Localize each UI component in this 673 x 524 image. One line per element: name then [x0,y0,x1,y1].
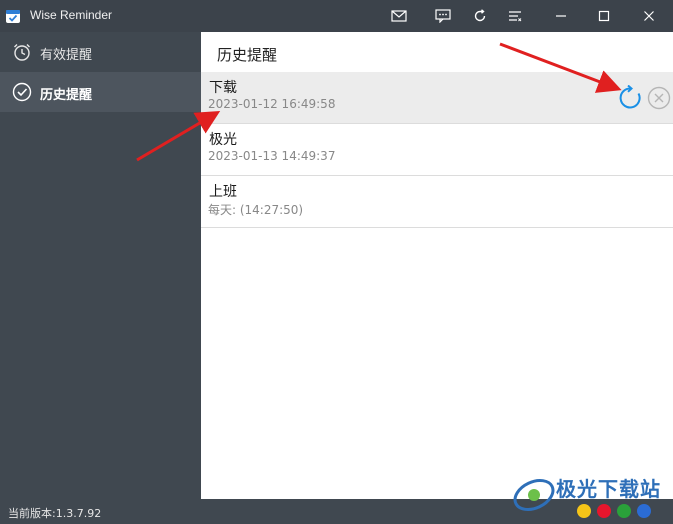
reminder-time: 每天: (14:27:50) [208,203,304,217]
sidebar-item-history-reminders[interactable]: 历史提醒 [0,72,201,112]
refresh-icon[interactable] [467,4,493,28]
alarm-clock-icon [12,42,32,62]
maximize-icon[interactable] [591,4,617,28]
watermark-text: 极光下载站 [556,477,661,501]
version-label: 当前版本:1.3.7.92 [8,507,102,520]
app-logo-icon [5,8,21,24]
minimize-icon[interactable] [548,4,574,28]
reminder-list: 下载 2023-01-12 16:49:58 极光 2023-01-13 14:… [201,72,673,228]
sidebar-item-label: 历史提醒 [40,88,93,103]
watermark-logo: 极光下载站 [510,467,670,522]
close-icon[interactable] [636,4,662,28]
sidebar-item-active-reminders[interactable]: 有效提醒 [0,32,201,72]
main-panel: 历史提醒 下载 2023-01-12 16:49:58 极光 2023-01-1… [201,32,673,499]
title-bar: Wise Reminder [0,0,673,32]
sidebar-item-label: 有效提醒 [40,48,93,63]
reminder-time: 2023-01-12 16:49:58 [208,97,336,111]
page-title: 历史提醒 [217,46,278,64]
mail-icon[interactable] [386,4,412,28]
reminder-title: 下载 [209,80,237,96]
app-window: Wise Reminder 有效提醒 历史提醒 历史提醒 下载 2023-01-… [0,0,673,524]
reminder-title: 上班 [209,184,237,200]
app-title: Wise Reminder [30,8,113,22]
watermark-swirl-icon [513,478,555,512]
message-icon[interactable] [430,4,456,28]
reminder-title: 极光 [209,132,237,148]
watermark-social-icons [577,504,651,518]
sidebar: 有效提醒 历史提醒 [0,32,201,499]
list-item[interactable]: 下载 2023-01-12 16:49:58 [201,72,673,124]
list-item[interactable]: 上班 每天: (14:27:50) [201,176,673,228]
restore-icon[interactable] [618,84,644,111]
menu-icon[interactable] [502,4,528,28]
reminder-time: 2023-01-13 14:49:37 [208,149,336,163]
check-circle-icon [12,82,32,102]
delete-icon[interactable] [647,86,671,110]
list-item[interactable]: 极光 2023-01-13 14:49:37 [201,124,673,176]
